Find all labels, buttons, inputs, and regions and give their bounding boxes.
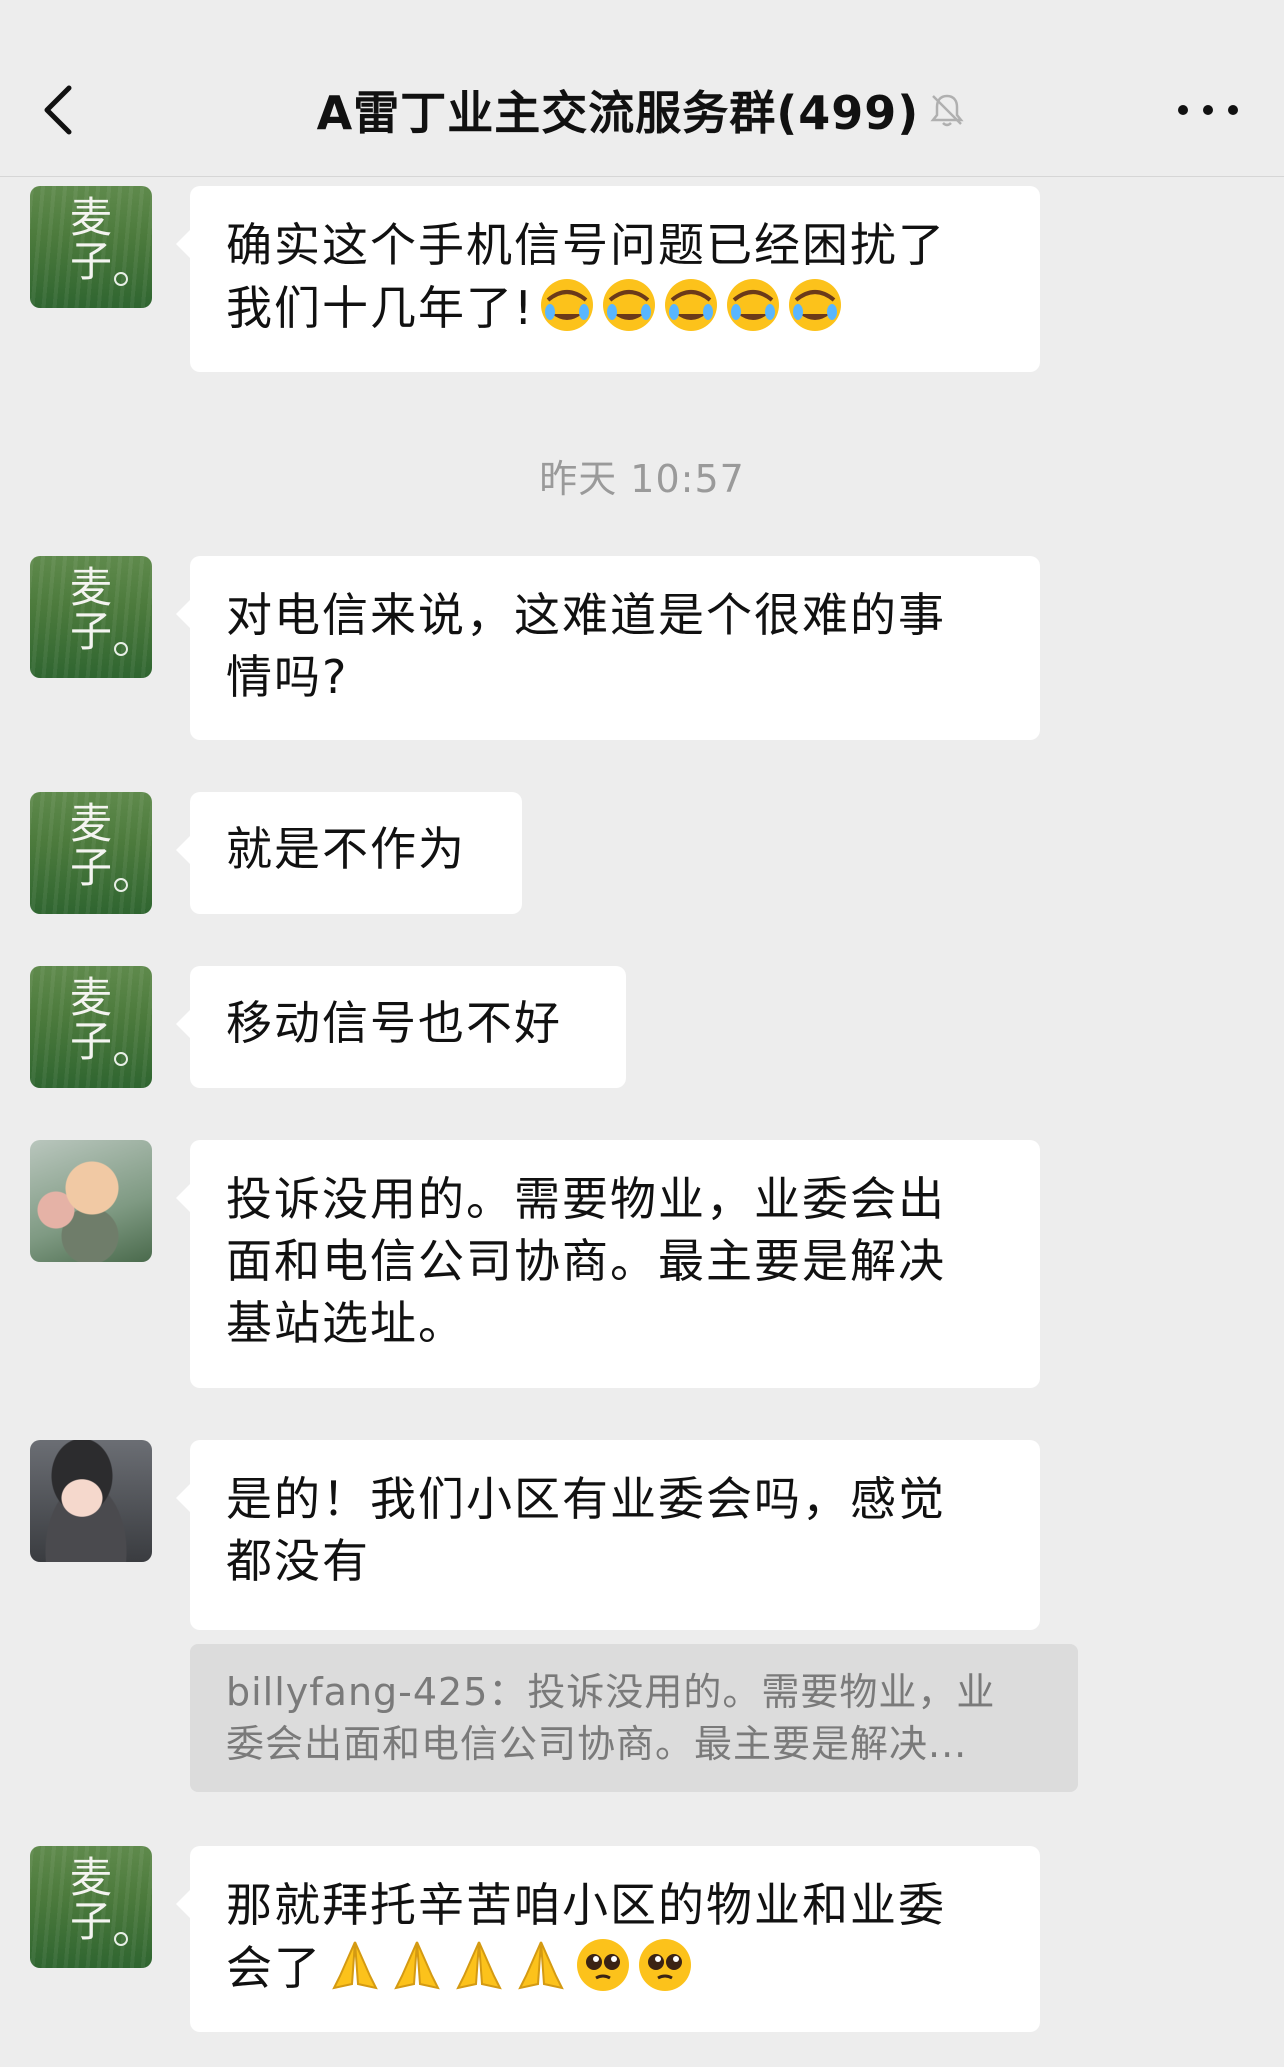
chat-title[interactable]: A雷丁业主交流服务群(499) — [317, 77, 920, 143]
chat-header: A雷丁业主交流服务群(499) — [0, 0, 1284, 177]
message-line: 对电信来说，这难道是个很难的事 — [226, 588, 946, 642]
avatar-label: 麦子 — [69, 799, 112, 892]
message-line: 那就拜托辛苦咱小区的物业和业委 — [226, 1878, 946, 1932]
avatar[interactable]: 麦子 — [30, 792, 152, 914]
message-line: 基站选址。 — [226, 1296, 466, 1350]
facepalm-cry-emoji-icon — [789, 279, 842, 331]
avatar[interactable]: 麦子 — [30, 556, 152, 678]
message-line: 面和电信公司协商。最主要是解决 — [226, 1234, 946, 1288]
message-bubble[interactable]: 是的！我们小区有业委会吗，感觉 都没有 — [176, 1440, 1040, 1630]
message-line: 移动信号也不好 — [226, 996, 562, 1050]
facepalm-cry-emoji-icon — [541, 279, 594, 331]
avatar-label: 麦子 — [69, 973, 112, 1066]
message-line: 投诉没用的。需要物业，业委会出 — [226, 1172, 946, 1226]
message-line-with-emoji: 会了 — [226, 1936, 1004, 1999]
avatar[interactable] — [30, 1440, 152, 1562]
message-bubble[interactable]: 移动信号也不好 — [176, 966, 626, 1088]
avatar[interactable] — [30, 1140, 152, 1262]
message-bubble[interactable]: 对电信来说，这难道是个很难的事 情吗? — [176, 556, 1040, 740]
quote-line: billyfang-425：投诉没用的。需要物业，业 — [226, 1670, 996, 1714]
message-line: 就是不作为 — [226, 822, 466, 876]
avatar[interactable]: 麦子 — [30, 1846, 152, 1968]
avatar[interactable]: 麦子 — [30, 966, 152, 1088]
avatar-label: 麦子 — [69, 193, 112, 286]
message-bubble[interactable]: 投诉没用的。需要物业，业委会出 面和电信公司协商。最主要是解决 基站选址。 — [176, 1140, 1040, 1388]
more-dots-icon — [1178, 105, 1188, 115]
message-line: 确实这个手机信号问题已经困扰了 — [226, 218, 946, 272]
praying-hands-emoji-icon — [394, 1941, 440, 1990]
message-line-with-emoji: 我们十几年了! — [226, 276, 1004, 339]
chat-title-wrap: A雷丁业主交流服务群(499) — [0, 74, 1284, 146]
avatar-label: 麦子 — [69, 563, 112, 656]
message-bubble[interactable]: 那就拜托辛苦咱小区的物业和业委 会了 — [176, 1846, 1040, 2032]
quoted-message[interactable]: billyfang-425：投诉没用的。需要物业，业 委会出面和电信公司协商。最… — [190, 1644, 1078, 1792]
message-line: 是的！我们小区有业委会吗，感觉 — [226, 1472, 946, 1526]
timestamp: 昨天 10:57 — [539, 457, 745, 501]
quote-line: 委会出面和电信公司协商。最主要是解决... — [226, 1722, 968, 1766]
message-bubble[interactable]: 就是不作为 — [176, 792, 522, 914]
avatar[interactable]: 麦子 — [30, 186, 152, 308]
praying-hands-emoji-icon — [332, 1941, 378, 1990]
avatar-label: 麦子 — [69, 1853, 112, 1946]
facepalm-cry-emoji-icon — [727, 279, 780, 331]
praying-hands-emoji-icon — [518, 1941, 564, 1990]
message-line: 都没有 — [226, 1534, 370, 1588]
pleading-face-emoji-icon — [639, 1939, 691, 1991]
bell-off-icon — [930, 94, 964, 127]
message-bubble[interactable]: 确实这个手机信号问题已经困扰了 我们十几年了! — [176, 186, 1040, 372]
pleading-face-emoji-icon — [577, 1939, 629, 1991]
message-line: 情吗? — [226, 650, 349, 704]
facepalm-cry-emoji-icon — [665, 279, 718, 331]
praying-hands-emoji-icon — [456, 1941, 502, 1990]
facepalm-cry-emoji-icon — [603, 279, 656, 331]
more-button[interactable] — [1178, 90, 1238, 130]
